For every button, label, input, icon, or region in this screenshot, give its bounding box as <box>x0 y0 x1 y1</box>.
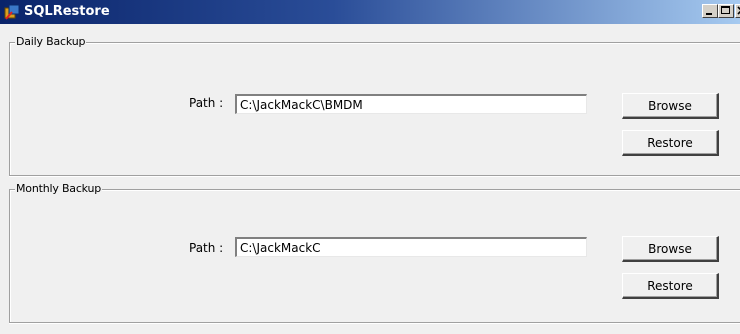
sqlrestore-window: SQLRestore Daily Backup Path : Browse Re… <box>0 0 740 334</box>
monthly-path-input[interactable] <box>235 237 587 257</box>
minimize-icon <box>706 13 712 15</box>
monthly-restore-button[interactable]: Restore <box>622 273 719 299</box>
daily-browse-button[interactable]: Browse <box>622 93 719 119</box>
daily-backup-group: Daily Backup Path : Browse Restore <box>9 34 740 176</box>
daily-path-label: Path : <box>189 96 224 110</box>
daily-backup-label: Daily Backup <box>15 34 87 49</box>
maximize-button[interactable] <box>718 4 734 18</box>
close-icon <box>737 6 740 15</box>
close-button[interactable] <box>735 4 740 18</box>
daily-path-input[interactable] <box>235 94 587 114</box>
app-icon <box>3 3 21 21</box>
monthly-browse-button[interactable]: Browse <box>622 236 719 262</box>
daily-restore-button[interactable]: Restore <box>622 130 719 156</box>
monthly-path-label: Path : <box>189 241 224 255</box>
monthly-backup-group: Monthly Backup Path : Browse Restore <box>9 181 740 323</box>
window-title: SQLRestore <box>24 4 110 19</box>
maximize-icon <box>721 6 730 14</box>
minimize-button[interactable] <box>702 4 718 18</box>
monthly-backup-label: Monthly Backup <box>15 181 103 196</box>
title-bar[interactable]: SQLRestore <box>0 0 740 24</box>
